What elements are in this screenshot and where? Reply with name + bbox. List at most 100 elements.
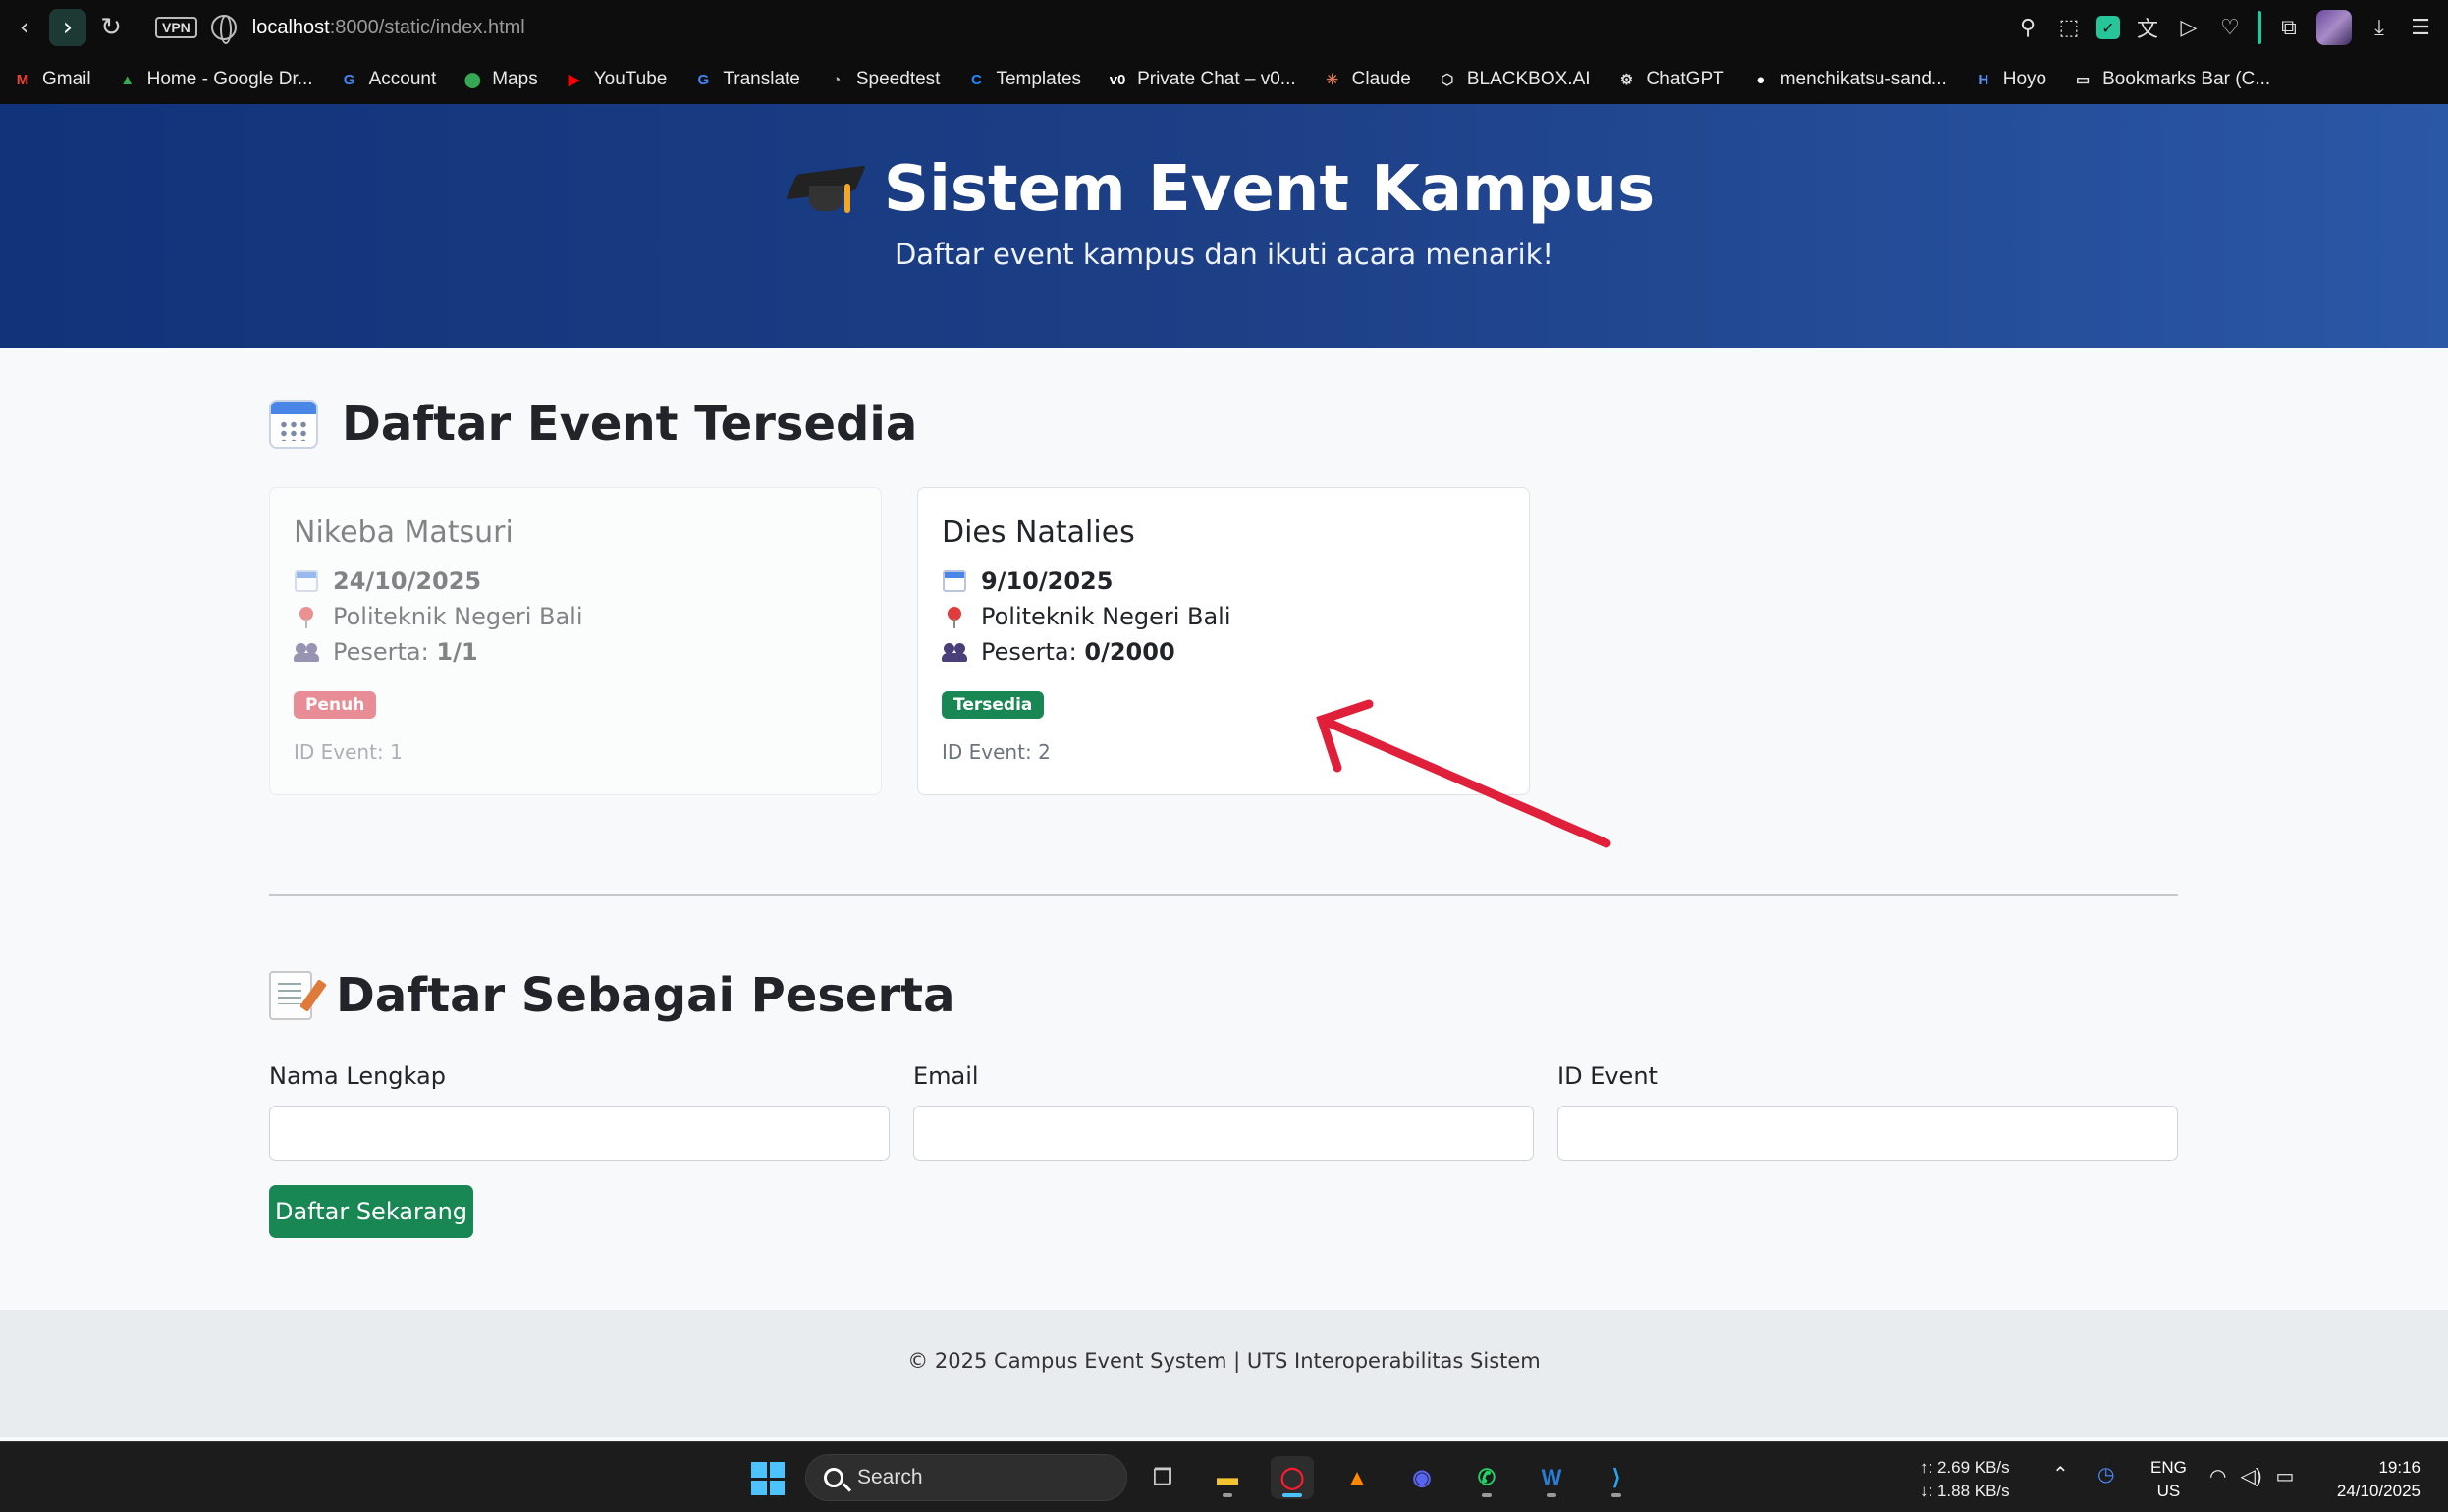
bookmark-label: Gmail — [42, 69, 91, 89]
canva-icon: C — [971, 71, 982, 88]
bookmark-item[interactable]: ▲ Home - Google Dr... — [117, 69, 313, 90]
windows-taskbar: Search ❐ ▬ ◯ ▲ ◉ ✆ W ⟩ ↑: 2.69 KB/s ↓: 1… — [0, 1441, 2448, 1512]
event-id-label: ID Event: — [294, 740, 384, 764]
bookmark-label: menchikatsu-sand... — [1779, 69, 1947, 89]
event-location-row: Politeknik Negeri Bali — [294, 599, 857, 634]
network-speed: ↑: 2.69 KB/s ↓: 1.88 KB/s — [1920, 1456, 2010, 1503]
clock-app-icon[interactable]: ◷ — [2097, 1462, 2114, 1486]
site-info-icon[interactable] — [210, 15, 237, 44]
forward-button[interactable]: › — [49, 9, 86, 46]
bookmark-label: BLACKBOX.AI — [1466, 69, 1591, 89]
bookmark-label: Home - Google Dr... — [146, 69, 313, 89]
bookmark-item[interactable]: ⬡ BLACKBOX.AI — [1437, 69, 1591, 90]
bookmark-item[interactable]: ◔ Speedtest — [826, 69, 940, 90]
graduation-cap-icon — [785, 162, 866, 217]
event-participants-row: Peserta: 0/2000 — [942, 634, 1505, 670]
bookmark-label: Hoyo — [2002, 69, 2047, 89]
volume-icon[interactable]: ◁) — [2240, 1464, 2261, 1488]
event-id-label: ID Event — [1557, 1062, 1658, 1090]
task-view-icon[interactable]: ❐ — [1141, 1456, 1184, 1499]
bookmark-item[interactable]: H Hoyo — [1973, 69, 2046, 90]
memo-icon — [269, 971, 312, 1020]
play-icon[interactable]: ▷ — [2175, 14, 2203, 41]
name-input[interactable] — [269, 1106, 890, 1161]
name-label: Nama Lengkap — [269, 1062, 446, 1090]
screenshot-icon[interactable]: ⬚ — [2055, 14, 2083, 41]
event-date-row: 9/10/2025 — [942, 564, 1505, 599]
event-id-input[interactable] — [1557, 1106, 2178, 1161]
gmail-icon: M — [16, 71, 29, 88]
taskbar-search[interactable]: Search — [805, 1454, 1127, 1501]
bookmark-label: Claude — [1351, 69, 1411, 89]
battery-icon[interactable]: ▭ — [2276, 1464, 2295, 1488]
event-date: 9/10/2025 — [981, 567, 1114, 595]
pin-icon[interactable]: ⚲ — [2014, 14, 2041, 41]
browser-toolbar: ‹ › ↻ VPN localhost:8000/static/index.ht… — [0, 0, 2448, 55]
wifi-icon[interactable]: ◠ — [2209, 1464, 2226, 1488]
event-location-row: Politeknik Negeri Bali — [942, 599, 1505, 634]
bookmark-item[interactable]: ▶ YouTube — [564, 69, 667, 90]
language-indicator[interactable]: ENG US — [2150, 1456, 2187, 1503]
windows-start-icon[interactable] — [751, 1462, 785, 1495]
back-button[interactable]: ‹ — [6, 9, 43, 46]
vpn-badge[interactable]: VPN — [155, 17, 197, 38]
bookmark-item[interactable]: G Translate — [692, 69, 800, 90]
bookmark-item[interactable]: C Templates — [965, 69, 1081, 90]
tray-overflow-icon[interactable]: ⌃ — [2052, 1462, 2069, 1486]
word-icon[interactable]: W — [1530, 1456, 1573, 1499]
event-id: 1 — [390, 740, 403, 764]
whatsapp-icon[interactable]: ✆ — [1465, 1456, 1508, 1499]
bookmark-item[interactable]: ▭ Bookmarks Bar (C... — [2072, 69, 2270, 90]
bookmark-label: Translate — [723, 69, 800, 89]
download-speed: ↓: 1.88 KB/s — [1920, 1482, 2010, 1500]
opera-icon[interactable]: ◯ — [1271, 1456, 1314, 1499]
discord-icon[interactable]: ◉ — [1400, 1456, 1443, 1499]
register-heading: Daftar Sebagai Peserta — [269, 968, 955, 1023]
search-icon — [824, 1468, 843, 1487]
download-icon[interactable]: ⤓ — [2366, 14, 2393, 41]
heart-icon[interactable]: ♡ — [2216, 14, 2244, 41]
participants-label: Peserta: — [981, 638, 1077, 666]
page-header: Sistem Event Kampus Daftar event kampus … — [0, 104, 2448, 348]
bookmark-item[interactable]: M Gmail — [12, 69, 91, 90]
bookmark-item[interactable]: v0 Private Chat – v0... — [1107, 69, 1296, 90]
address-bar[interactable]: localhost:8000/static/index.html — [252, 17, 525, 39]
system-clock[interactable]: 19:16 24/10/2025 — [2337, 1456, 2421, 1503]
event-location: Politeknik Negeri Bali — [981, 603, 1231, 630]
event-id-label: ID Event: — [942, 740, 1032, 764]
translate-icon[interactable]: 文 — [2134, 14, 2161, 42]
reload-button[interactable]: ↻ — [92, 9, 130, 46]
speedtest-icon: ◔ — [832, 71, 842, 88]
profile-avatar[interactable] — [2316, 10, 2352, 45]
url-host: localhost — [251, 16, 330, 38]
file-explorer-icon[interactable]: ▬ — [1206, 1456, 1249, 1499]
bookmark-item[interactable]: ● menchikatsu-sand... — [1750, 69, 1947, 90]
calendar-icon — [269, 400, 318, 449]
menu-icon[interactable]: ☰ — [2407, 14, 2434, 41]
hoyo-icon: H — [1978, 71, 1989, 88]
blackbox-icon: ⬡ — [1441, 72, 1454, 88]
calendar-icon — [294, 568, 319, 594]
shield-icon[interactable]: ✓ — [2096, 16, 2120, 39]
register-button[interactable]: Daftar Sekarang — [269, 1185, 473, 1238]
translate-icon: G — [697, 71, 710, 88]
page-subtitle: Daftar event kampus dan ikuti acara mena… — [894, 238, 1554, 271]
vscode-icon[interactable]: ⟩ — [1595, 1456, 1638, 1499]
bookmark-label: Account — [368, 69, 437, 89]
google-drive-icon: ▲ — [120, 71, 136, 88]
page-title: Sistem Event Kampus — [0, 153, 2448, 226]
email-input[interactable] — [913, 1106, 1534, 1161]
vlc-icon[interactable]: ▲ — [1335, 1456, 1379, 1499]
bookmark-item[interactable]: ⬤ Maps — [462, 69, 538, 90]
event-name: Nikeba Matsuri — [294, 515, 514, 550]
maps-icon: ⬤ — [463, 72, 481, 88]
bookmark-item[interactable]: ✳ Claude — [1322, 69, 1411, 90]
bookmark-item[interactable]: G Account — [339, 69, 437, 90]
page-footer: © 2025 Campus Event System | UTS Interop… — [0, 1310, 2448, 1437]
bookmark-item[interactable]: ⚙ ChatGPT — [1616, 69, 1724, 90]
events-heading: Daftar Event Tersedia — [269, 397, 917, 452]
taskbar-search-label: Search — [857, 1466, 923, 1488]
people-icon — [942, 639, 967, 665]
bookmark-label: Templates — [996, 69, 1082, 89]
extensions-icon[interactable]: ⧉ — [2275, 14, 2303, 41]
